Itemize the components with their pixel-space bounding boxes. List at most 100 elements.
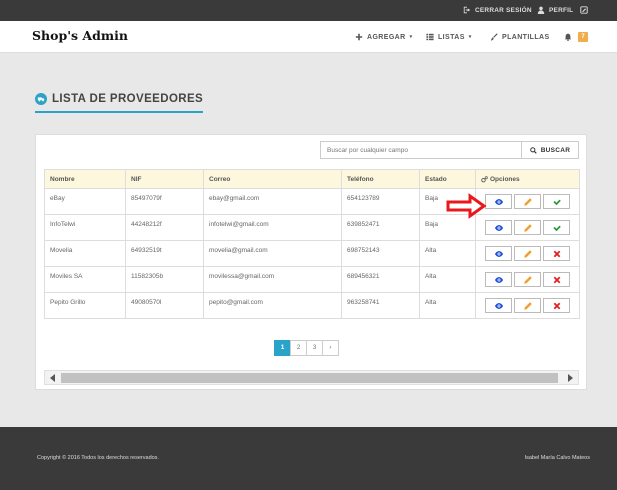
column-header-nombre[interactable]: Nombre bbox=[44, 169, 126, 189]
view-button[interactable] bbox=[485, 194, 512, 209]
edit-button[interactable] bbox=[514, 246, 541, 261]
top-bar: CERRAR SESIÓN PERFIL bbox=[0, 0, 617, 21]
profile-link[interactable]: PERFIL bbox=[537, 6, 573, 14]
view-button[interactable] bbox=[485, 272, 512, 287]
footer: Copyright © 2016 Todos los derechos rese… bbox=[0, 427, 617, 490]
page-3-button[interactable]: 3 bbox=[306, 340, 323, 356]
plus-icon bbox=[355, 33, 363, 41]
page-2-button[interactable]: 2 bbox=[290, 340, 307, 356]
cell-telefono: 698752143 bbox=[341, 240, 420, 267]
column-header-opciones-label: Opciones bbox=[490, 175, 520, 183]
nav-listas-label: LISTAS bbox=[438, 33, 465, 41]
nav-agregar[interactable]: AGREGAR ▾ bbox=[355, 33, 413, 41]
cell-opciones bbox=[475, 266, 580, 293]
truck-icon bbox=[35, 93, 47, 105]
cell-correo: ebay@gmail.com bbox=[203, 188, 342, 215]
view-button[interactable] bbox=[485, 220, 512, 235]
caret-down-icon: ▾ bbox=[468, 34, 472, 40]
cell-nombre: Pepito Grillo bbox=[44, 292, 126, 319]
view-button[interactable] bbox=[485, 298, 512, 313]
cell-correo: infotelwi@gmail.com bbox=[203, 214, 342, 241]
cell-estado: Alta bbox=[419, 240, 476, 267]
view-button[interactable] bbox=[485, 246, 512, 261]
cell-nif: 64932519t bbox=[125, 240, 204, 267]
page-title: LISTA DE PROVEEDORES bbox=[35, 91, 204, 113]
edit-button[interactable] bbox=[514, 194, 541, 209]
nav-plantillas-label: PLANTILLAS bbox=[502, 33, 550, 41]
edit-button[interactable] bbox=[514, 298, 541, 313]
cell-telefono: 654123789 bbox=[341, 188, 420, 215]
cell-nombre: Moviles SA bbox=[44, 266, 126, 293]
cell-correo: movilessa@gmail.com bbox=[203, 266, 342, 293]
logout-icon bbox=[463, 6, 471, 14]
cell-nombre: eBay bbox=[44, 188, 126, 215]
deactivate-button[interactable] bbox=[543, 246, 570, 261]
horizontal-scrollbar[interactable] bbox=[44, 370, 579, 385]
table-row: Pepito Grillo 49080570l pepito@gmail.com 96… bbox=[44, 292, 580, 319]
cell-nif: 44248212f bbox=[125, 214, 204, 241]
cell-telefono: 639852471 bbox=[341, 214, 420, 241]
cell-opciones bbox=[475, 188, 580, 215]
column-header-estado[interactable]: Estado bbox=[419, 169, 476, 189]
cell-nif: 85497079f bbox=[125, 188, 204, 215]
red-arrow-annotation bbox=[446, 193, 487, 219]
cell-opciones bbox=[475, 214, 580, 241]
nav-listas[interactable]: LISTAS ▾ bbox=[426, 33, 472, 41]
search-icon bbox=[529, 146, 537, 154]
table-header-row: Nombre NIF Correo Teléfono Estado Opcion… bbox=[44, 169, 580, 189]
table-row: Moviles SA 11582305b movilessa@gmail.com 68… bbox=[44, 266, 580, 293]
brush-icon bbox=[490, 33, 498, 41]
cell-nif: 11582305b bbox=[125, 266, 204, 293]
table-row: InfoTelwi 44248212f infotelwi@gmail.com 639… bbox=[44, 214, 580, 241]
suppliers-table: Nombre NIF Correo Teléfono Estado Opcion… bbox=[44, 169, 580, 319]
edit-square-icon bbox=[580, 6, 588, 14]
cell-nif: 49080570l bbox=[125, 292, 204, 319]
cell-estado: Alta bbox=[419, 292, 476, 319]
cell-opciones bbox=[475, 292, 580, 319]
deactivate-button[interactable] bbox=[543, 298, 570, 313]
activate-button[interactable] bbox=[543, 194, 570, 209]
cell-opciones bbox=[475, 240, 580, 267]
edit-button[interactable] bbox=[514, 220, 541, 235]
search-input[interactable] bbox=[320, 141, 521, 159]
edit-profile-button[interactable] bbox=[580, 6, 588, 14]
notifications-badge[interactable]: 7 bbox=[578, 32, 588, 42]
cell-correo: pepito@gmail.com bbox=[203, 292, 342, 319]
list-icon bbox=[426, 33, 434, 41]
cell-nombre: Movelia bbox=[44, 240, 126, 267]
search-button-label: BUSCAR bbox=[540, 146, 571, 154]
page-title-text: LISTA DE PROVEEDORES bbox=[52, 93, 204, 105]
brand-logo[interactable]: Shop's Admin bbox=[32, 28, 128, 43]
caret-down-icon: ▾ bbox=[409, 34, 413, 40]
cell-telefono: 963258741 bbox=[341, 292, 420, 319]
column-header-nif[interactable]: NIF bbox=[125, 169, 204, 189]
nav-plantillas[interactable]: PLANTILLAS bbox=[490, 33, 550, 41]
logout-label: CERRAR SESIÓN bbox=[475, 6, 532, 14]
column-header-telefono[interactable]: Teléfono bbox=[341, 169, 420, 189]
table-row: Movelia 64932519t movelia@gmail.com 6987521… bbox=[44, 240, 580, 267]
nav-agregar-label: AGREGAR bbox=[367, 33, 406, 41]
deactivate-button[interactable] bbox=[543, 272, 570, 287]
search-button[interactable]: BUSCAR bbox=[521, 141, 579, 159]
gears-icon bbox=[481, 175, 488, 182]
edit-button[interactable] bbox=[514, 272, 541, 287]
table-row: eBay 85497079f ebay@gmail.com 654123789 Baja bbox=[44, 188, 580, 215]
main-navbar: Shop's Admin AGREGAR ▾ LISTAS ▾ PLANTILL… bbox=[0, 21, 617, 53]
scroll-right-arrow-icon[interactable] bbox=[568, 374, 573, 382]
page-1-button[interactable]: 1 bbox=[274, 340, 291, 356]
cell-nombre: InfoTelwi bbox=[44, 214, 126, 241]
footer-copyright: Copyright © 2016 Todos los derechos rese… bbox=[37, 455, 159, 461]
scrollbar-thumb[interactable] bbox=[61, 373, 558, 383]
activate-button[interactable] bbox=[543, 220, 570, 235]
logout-link[interactable]: CERRAR SESIÓN bbox=[463, 6, 532, 14]
profile-label: PERFIL bbox=[549, 6, 574, 14]
user-icon bbox=[537, 6, 545, 14]
scroll-left-arrow-icon[interactable] bbox=[50, 374, 55, 382]
bell-icon[interactable] bbox=[564, 33, 572, 41]
next-page-button[interactable]: › bbox=[322, 340, 339, 356]
column-header-opciones: Opciones bbox=[475, 169, 580, 189]
column-header-correo[interactable]: Correo bbox=[203, 169, 342, 189]
footer-author: Isabel María Calvo Mateos bbox=[524, 455, 590, 461]
cell-correo: movelia@gmail.com bbox=[203, 240, 342, 267]
cell-telefono: 689456321 bbox=[341, 266, 420, 293]
